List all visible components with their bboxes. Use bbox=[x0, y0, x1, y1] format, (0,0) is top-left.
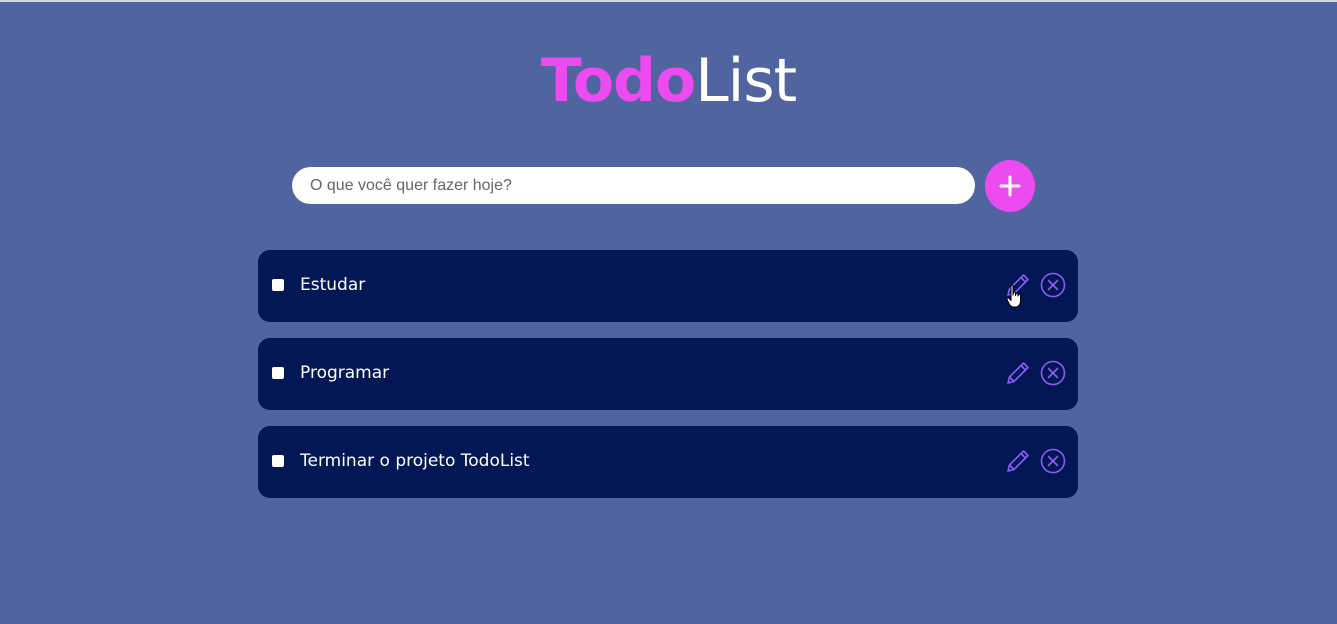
title-todo: Todo bbox=[540, 46, 696, 116]
task-item: Terminar o projeto TodoList bbox=[258, 426, 1078, 498]
hand-pointer-icon bbox=[1006, 284, 1021, 308]
task-label: Estudar bbox=[300, 275, 366, 295]
page-title: TodoList bbox=[0, 46, 1337, 116]
new-task-input[interactable] bbox=[292, 167, 975, 204]
add-task-button[interactable] bbox=[985, 160, 1035, 212]
task-item: Estudar bbox=[258, 250, 1078, 322]
task-label: Programar bbox=[300, 363, 390, 383]
task-checkbox[interactable] bbox=[272, 367, 284, 379]
pencil-icon[interactable] bbox=[1004, 447, 1032, 475]
pencil-icon[interactable] bbox=[1004, 359, 1032, 387]
plus-icon bbox=[999, 175, 1021, 197]
close-circle-icon[interactable] bbox=[1040, 272, 1066, 298]
close-circle-icon[interactable] bbox=[1040, 448, 1066, 474]
task-item: Programar bbox=[258, 338, 1078, 410]
close-circle-icon[interactable] bbox=[1040, 360, 1066, 386]
title-list: List bbox=[695, 46, 797, 116]
task-list: Estudar Programar Terminar o projeto Tod… bbox=[258, 250, 1078, 514]
task-label: Terminar o projeto TodoList bbox=[300, 451, 530, 471]
window-top-border bbox=[0, 0, 1337, 2]
task-checkbox[interactable] bbox=[272, 279, 284, 291]
task-checkbox[interactable] bbox=[272, 455, 284, 467]
